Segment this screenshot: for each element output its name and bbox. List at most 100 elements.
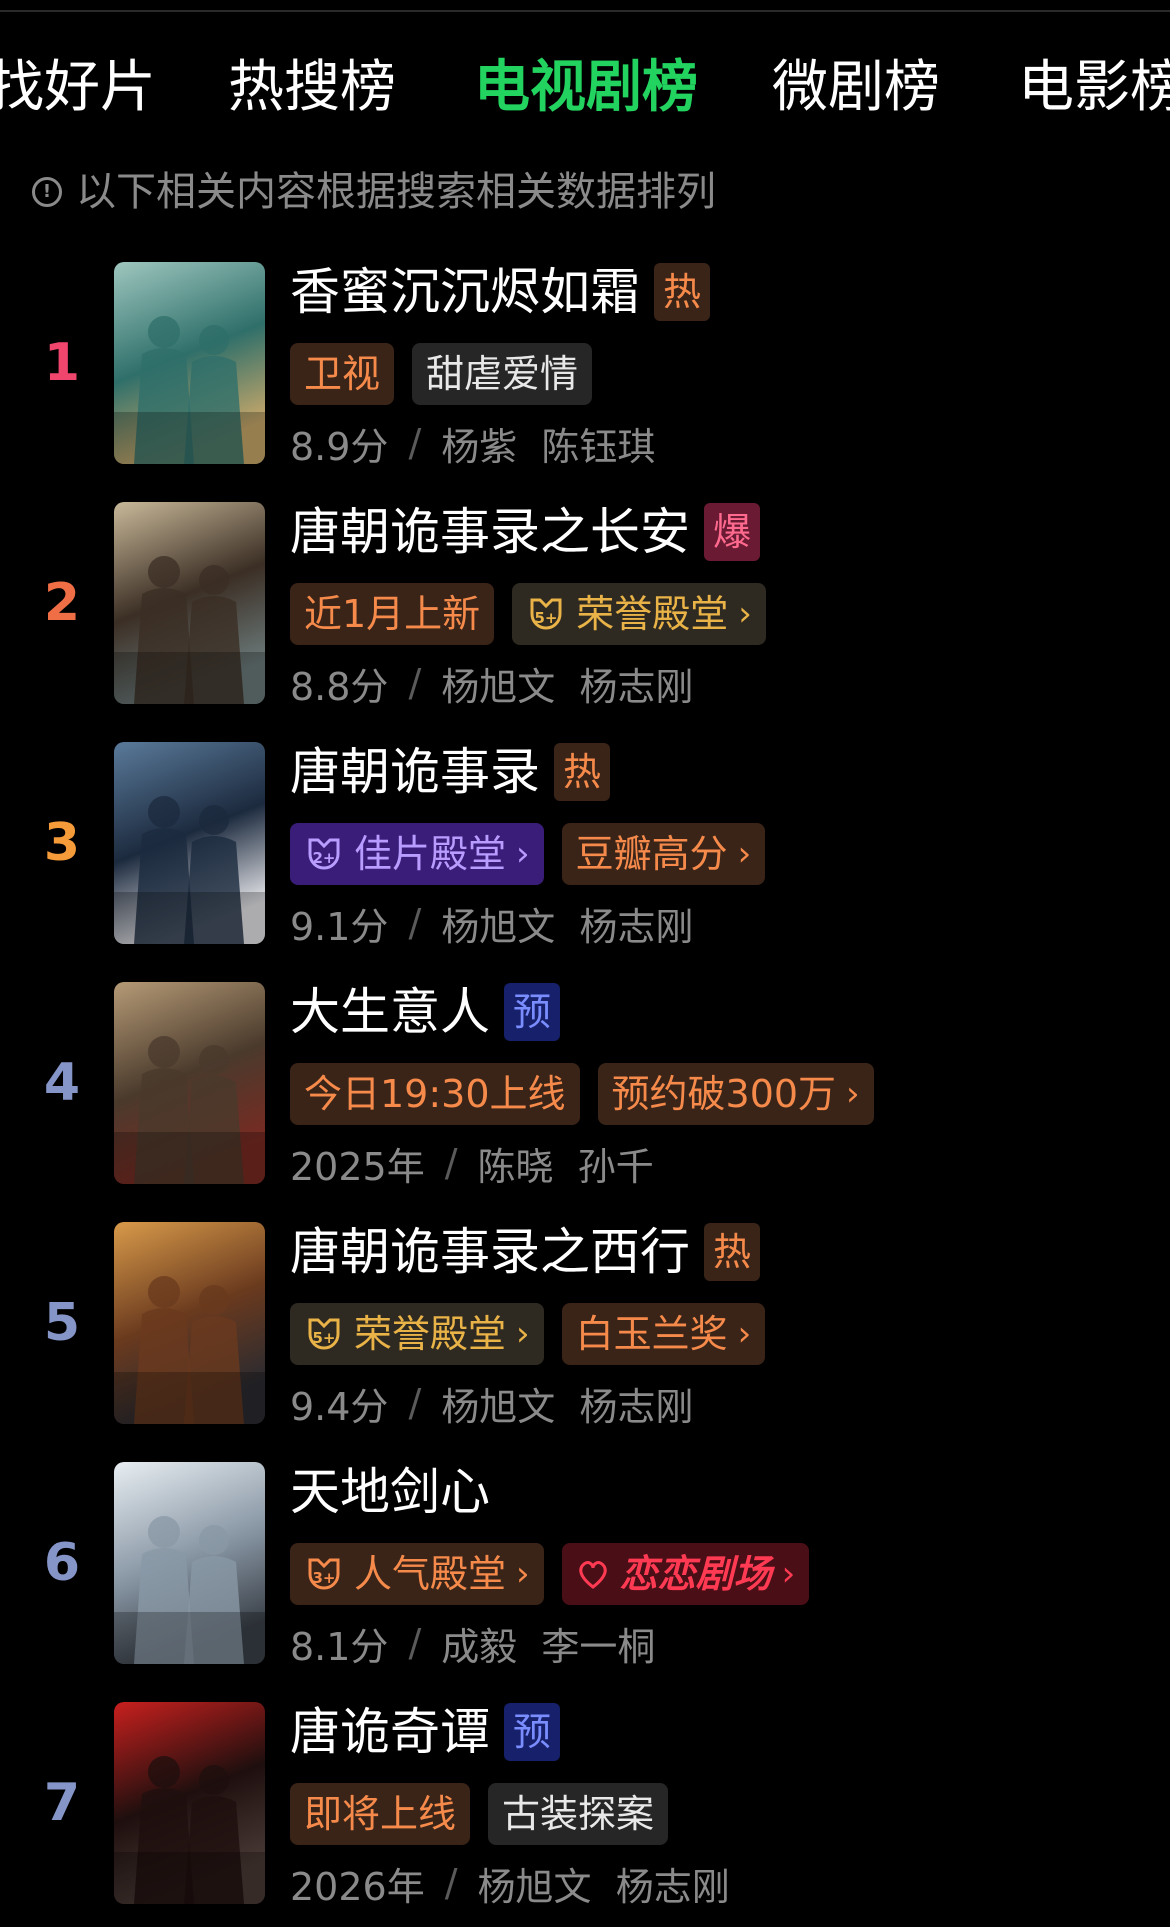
status-badge: 热	[704, 1223, 760, 1281]
show-title[interactable]: 香蜜沉沉烬如霜	[290, 260, 640, 324]
rank-number: 5	[43, 1293, 81, 1353]
ranking-page: 找好片 热搜榜 电视剧榜 微剧榜 电影榜 ! 以下相关内容根据搜索相关数据排列 …	[0, 0, 1170, 1927]
show-title[interactable]: 唐朝诡事录之西行	[290, 1220, 690, 1284]
title-row: 唐朝诡事录热	[290, 740, 610, 804]
show-title[interactable]: 唐朝诡事录之长安	[290, 500, 690, 564]
tag-text: 佳片殿堂	[354, 832, 507, 876]
show-title[interactable]: 大生意人	[290, 980, 490, 1044]
tag-row: 5+ 荣誉殿堂 › 白玉兰奖 ›	[290, 1303, 783, 1365]
title-row: 大生意人预	[290, 980, 560, 1044]
tag-link[interactable]: 5+ 荣誉殿堂 ›	[290, 1303, 544, 1365]
list-item[interactable]: 3 唐朝诡事录热 2+ 佳片殿堂 › 豆瓣高分 › 9.1分 / 杨旭文 杨志刚	[0, 740, 1170, 949]
score-or-year: 9.1分	[290, 904, 389, 949]
tag-link[interactable]: 3+ 人气殿堂 ›	[290, 1543, 544, 1605]
exclamation-circle-icon: !	[32, 177, 62, 207]
tab-micro-drama[interactable]: 微剧榜	[772, 48, 940, 128]
list-item[interactable]: 4 大生意人预今日19:30上线 预约破300万 › 2025年 / 陈晓 孙千	[0, 980, 1170, 1189]
medal-2-icon: 2+	[304, 834, 344, 874]
status-badge: 爆	[704, 503, 760, 561]
separator: /	[408, 421, 422, 465]
tag-text: 荣誉殿堂	[354, 1312, 507, 1356]
tab-movies[interactable]: 电影榜	[1018, 48, 1170, 128]
meta-row: 8.1分 / 成毅 李一桐	[290, 1620, 655, 1669]
status-badge: 热	[554, 743, 610, 801]
ranking-notice: ! 以下相关内容根据搜索相关数据排列	[32, 166, 716, 218]
chevron-right-icon: ›	[737, 1314, 752, 1354]
tag-label: 古装探案	[488, 1783, 669, 1845]
top-divider	[0, 10, 1170, 12]
tag-link[interactable]: 白玉兰奖 ›	[561, 1303, 766, 1365]
list-item[interactable]: 5 唐朝诡事录之西行热 5+ 荣誉殿堂 › 白玉兰奖 › 9.4分 / 杨旭文 杨志刚	[0, 1220, 1170, 1429]
poster-image[interactable]	[114, 262, 265, 464]
tag-text: 甜虐爱情	[426, 352, 579, 396]
separator: /	[408, 1621, 422, 1665]
tab-find-good-shows[interactable]: 找好片	[0, 48, 156, 128]
tag-label: 近1月上新	[290, 583, 495, 645]
tag-link[interactable]: 豆瓣高分 ›	[561, 823, 766, 885]
cast-list: 杨紫 陈钰琪	[441, 424, 656, 469]
tag-text: 人气殿堂	[354, 1552, 507, 1596]
title-row: 唐朝诡事录之西行热	[290, 1220, 760, 1284]
title-row: 唐诡奇谭预	[290, 1700, 560, 1764]
heart-logo-icon	[576, 1557, 610, 1591]
chevron-right-icon: ›	[516, 1314, 530, 1354]
status-badge: 预	[504, 983, 560, 1041]
tag-link[interactable]: 5+ 荣誉殿堂 ›	[512, 583, 766, 645]
list-item[interactable]: 6 天地剑心 3+ 人气殿堂 › 恋恋剧场 › 8.1分 / 成毅 李一桐	[0, 1460, 1170, 1669]
tag-text: 卫视	[304, 352, 381, 396]
medal-5-icon: 5+	[304, 1314, 344, 1354]
tag-link[interactable]: 2+ 佳片殿堂 ›	[290, 823, 544, 885]
poster-image[interactable]	[114, 502, 265, 704]
separator: /	[408, 901, 422, 945]
tag-row: 3+ 人气殿堂 › 恋恋剧场 ›	[290, 1543, 827, 1605]
tag-link[interactable]: 预约破300万 ›	[597, 1063, 874, 1125]
show-title[interactable]: 唐朝诡事录	[290, 740, 540, 804]
score-or-year: 8.8分	[290, 664, 389, 709]
notice-text: 以下相关内容根据搜索相关数据排列	[76, 169, 716, 215]
poster-image[interactable]	[114, 1462, 265, 1664]
tab-tv-series[interactable]: 电视剧榜	[474, 48, 698, 128]
meta-row: 9.4分 / 杨旭文 杨志刚	[290, 1380, 693, 1429]
rank-number: 6	[43, 1533, 81, 1593]
tag-label: 即将上线	[290, 1783, 471, 1845]
tab-hot-search[interactable]: 热搜榜	[228, 48, 396, 128]
tag-text: 荣誉殿堂	[576, 592, 729, 636]
list-item[interactable]: 2 唐朝诡事录之长安爆近1月上新 5+ 荣誉殿堂 › 8.8分 / 杨旭文 杨志刚	[0, 500, 1170, 709]
list-item[interactable]: 7 唐诡奇谭预即将上线 古装探案 2026年 / 杨旭文 杨志刚	[0, 1700, 1170, 1909]
cast-list: 杨旭文 杨志刚	[441, 904, 694, 949]
meta-row: 9.1分 / 杨旭文 杨志刚	[290, 900, 693, 949]
score-or-year: 8.9分	[290, 424, 389, 469]
title-row: 香蜜沉沉烬如霜热	[290, 260, 710, 324]
poster-image[interactable]	[114, 742, 265, 944]
score-or-year: 9.4分	[290, 1384, 389, 1429]
tag-text: 豆瓣高分	[575, 832, 728, 876]
show-title[interactable]: 唐诡奇谭	[290, 1700, 490, 1764]
separator: /	[444, 1861, 458, 1905]
score-or-year: 8.1分	[290, 1624, 389, 1669]
tag-link[interactable]: 恋恋剧场 ›	[561, 1543, 810, 1605]
tag-text: 近1月上新	[304, 592, 481, 636]
status-badge: 预	[504, 1703, 560, 1761]
poster-image[interactable]	[114, 1222, 265, 1424]
separator: /	[408, 661, 422, 705]
chevron-right-icon: ›	[846, 1074, 860, 1114]
poster-image[interactable]	[114, 982, 265, 1184]
tag-label: 今日19:30上线	[290, 1063, 580, 1125]
chevron-right-icon: ›	[516, 1554, 530, 1594]
svg-text:5+: 5+	[535, 609, 558, 627]
chevron-right-icon: ›	[516, 834, 530, 874]
chevron-right-icon: ›	[781, 1554, 796, 1594]
poster-image[interactable]	[114, 1702, 265, 1904]
tag-text: 即将上线	[304, 1792, 457, 1836]
chevron-right-icon: ›	[738, 594, 752, 634]
tag-row: 今日19:30上线 预约破300万 ›	[290, 1063, 892, 1125]
title-row: 唐朝诡事录之长安爆	[290, 500, 760, 564]
tag-label: 卫视	[290, 343, 395, 405]
separator: /	[444, 1141, 458, 1185]
tag-text: 今日19:30上线	[304, 1072, 566, 1116]
rank-number: 1	[43, 333, 81, 393]
tag-row: 近1月上新 5+ 荣誉殿堂 ›	[290, 583, 784, 645]
cast-list: 杨旭文 杨志刚	[477, 1864, 730, 1909]
show-title[interactable]: 天地剑心	[290, 1460, 490, 1524]
list-item[interactable]: 1 香蜜沉沉烬如霜热卫视 甜虐爱情 8.9分 / 杨紫 陈钰琪	[0, 260, 1170, 469]
